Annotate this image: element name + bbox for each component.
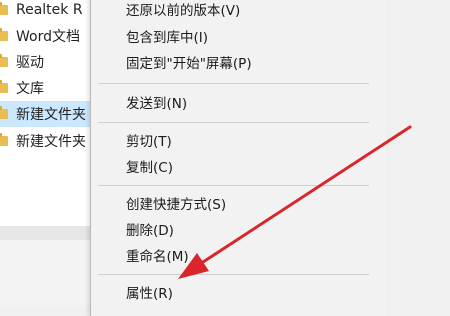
- menu-item-label: 还原以前的版本(V): [126, 3, 241, 19]
- horizontal-scrollbar[interactable]: [0, 226, 96, 240]
- menu-item-label: 发送到(N): [126, 96, 188, 112]
- folder-icon: [0, 54, 8, 67]
- file-item-label: 文库: [16, 81, 44, 97]
- menu-item-label: 包含到库中(I): [126, 30, 209, 46]
- file-item-label: 驱动: [16, 55, 44, 71]
- folder-icon: [0, 106, 8, 119]
- file-item-label: 新建文件夹: [16, 107, 86, 123]
- menu-item-label: 剪切(T): [126, 134, 172, 150]
- file-item-drivers[interactable]: 驱动: [0, 49, 102, 75]
- menu-item-label: 删除(D): [126, 223, 174, 239]
- file-item-word-docs[interactable]: Word文档: [0, 23, 102, 49]
- file-item-label: Word文档: [16, 29, 80, 45]
- menu-item-label: 重命名(M): [126, 249, 189, 265]
- menu-item-copy[interactable]: 复制(C): [91, 153, 387, 179]
- menu-item-pin-to-start[interactable]: 固定到"开始"屏幕(P): [91, 49, 387, 75]
- folder-icon: [0, 2, 8, 15]
- file-item-label: Realtek R: [16, 2, 83, 18]
- folder-icon: [0, 28, 8, 41]
- menu-item-delete[interactable]: 删除(D): [91, 216, 387, 242]
- file-item-new-folder-selected[interactable]: 新建文件夹: [0, 101, 102, 127]
- folder-icon: [0, 80, 8, 93]
- context-menu: 还原以前的版本(V) 包含到库中(I) 固定到"开始"屏幕(P) 发送到(N) …: [90, 0, 387, 316]
- menu-item-label: 属性(R): [126, 286, 173, 302]
- menu-item-create-shortcut[interactable]: 创建快捷方式(S): [91, 190, 387, 216]
- menu-item-label: 固定到"开始"屏幕(P): [126, 56, 252, 72]
- menu-item-rename[interactable]: 重命名(M): [91, 242, 387, 268]
- menu-item-label: 创建快捷方式(S): [126, 197, 227, 213]
- menu-item-cut[interactable]: 剪切(T): [91, 127, 387, 153]
- file-item-new-folder[interactable]: 新建文件夹: [0, 128, 102, 154]
- menu-separator: [98, 122, 369, 123]
- folder-icon: [0, 133, 8, 146]
- file-item-realtek[interactable]: Realtek R: [0, 0, 102, 23]
- menu-item-properties[interactable]: 属性(R): [91, 279, 387, 305]
- menu-item-label: 复制(C): [126, 160, 173, 176]
- file-item-library[interactable]: 文库: [0, 75, 102, 101]
- menu-separator: [98, 83, 369, 84]
- explorer-file-list: Realtek R Word文档 驱动 文库 新建文件夹 新建文件夹: [0, 0, 102, 305]
- menu-item-include-in-library[interactable]: 包含到库中(I): [91, 23, 387, 49]
- menu-separator: [98, 185, 369, 186]
- menu-item-restore-previous-versions[interactable]: 还原以前的版本(V): [91, 0, 387, 22]
- file-item-label: 新建文件夹: [16, 134, 86, 150]
- menu-item-send-to[interactable]: 发送到(N): [91, 89, 387, 115]
- menu-separator: [98, 274, 369, 275]
- explorer-status-area: [0, 240, 102, 305]
